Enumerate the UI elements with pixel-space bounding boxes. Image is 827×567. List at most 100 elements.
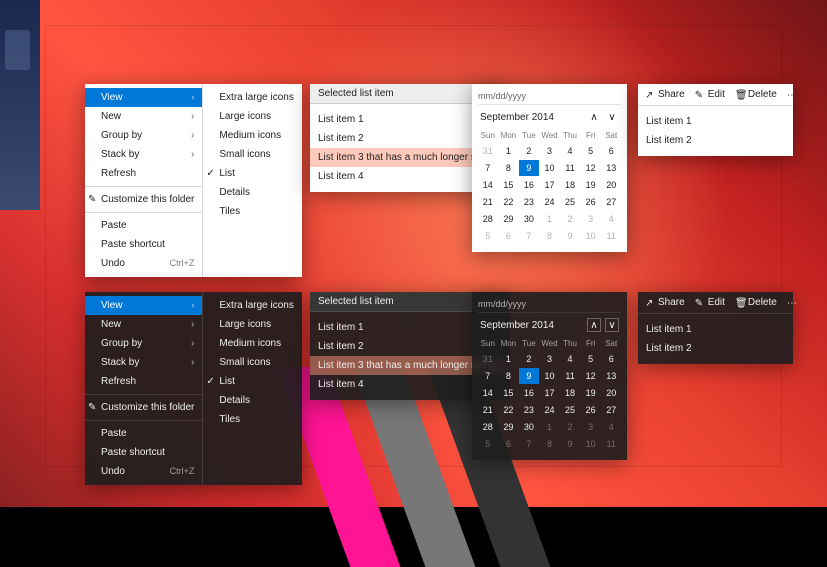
menu-item-details[interactable]: Details [203,183,301,202]
list-item[interactable]: List item 1 [638,320,793,339]
calendar-day[interactable]: 3 [540,143,560,159]
calendar-day[interactable]: 31 [478,143,498,159]
calendar-day[interactable]: 6 [601,143,621,159]
menu-item-paste-shortcut[interactable]: Paste shortcut [85,443,202,462]
calendar-day[interactable]: 5 [478,436,498,452]
menu-item-tiles[interactable]: Tiles [203,202,301,221]
calendar-day[interactable]: 20 [601,385,621,401]
calendar-day[interactable]: 4 [601,419,621,435]
calendar-day[interactable]: 1 [540,419,560,435]
calendar-day[interactable]: 30 [519,419,539,435]
menu-item-stack-by[interactable]: Stack by› [85,145,202,164]
calendar-day[interactable]: 18 [560,385,580,401]
menu-item-customize-this-folder[interactable]: ✎Customize this folder [85,190,202,209]
next-month-button[interactable]: ∨ [605,318,619,332]
calendar-day[interactable]: 2 [560,419,580,435]
calendar-day[interactable]: 10 [540,160,560,176]
list-item[interactable]: List item 2 [638,339,793,358]
menu-item-extra-large-icons[interactable]: Extra large icons [203,296,301,315]
calendar-day[interactable]: 11 [601,228,621,244]
calendar-day[interactable]: 24 [540,194,560,210]
calendar-day[interactable]: 16 [519,385,539,401]
menu-item-list[interactable]: ✓List [203,372,301,391]
menu-item-stack-by[interactable]: Stack by› [85,353,202,372]
calendar-day[interactable]: 11 [560,368,580,384]
menu-item-list[interactable]: ✓List [203,164,301,183]
calendar-day[interactable]: 14 [478,177,498,193]
menu-item-undo[interactable]: UndoCtrl+Z [85,462,202,481]
calendar-day[interactable]: 5 [581,351,601,367]
calendar-day[interactable]: 3 [581,419,601,435]
menu-item-new[interactable]: New› [85,107,202,126]
calendar-day[interactable]: 24 [540,402,560,418]
menu-item-small-icons[interactable]: Small icons [203,353,301,372]
menu-item-large-icons[interactable]: Large icons [203,107,301,126]
calendar-day[interactable]: 18 [560,177,580,193]
calendar-month-label[interactable]: September 2014 [480,112,554,123]
calendar-day[interactable]: 10 [581,228,601,244]
calendar-day[interactable]: 21 [478,402,498,418]
share-button[interactable]: ↗Share [641,87,689,102]
menu-item-paste[interactable]: Paste [85,424,202,443]
calendar-day[interactable]: 17 [540,385,560,401]
calendar-day[interactable]: 13 [601,368,621,384]
calendar-day[interactable]: 12 [581,368,601,384]
date-input[interactable]: mm/dd/yyyy [478,296,621,313]
calendar-day[interactable]: 25 [560,402,580,418]
calendar-day[interactable]: 2 [519,351,539,367]
calendar-day[interactable]: 6 [601,351,621,367]
menu-item-small-icons[interactable]: Small icons [203,145,301,164]
calendar-day[interactable]: 22 [499,402,519,418]
calendar-day[interactable]: 3 [540,351,560,367]
calendar-day[interactable]: 9 [560,228,580,244]
calendar-day[interactable]: 7 [519,436,539,452]
calendar-day[interactable]: 15 [499,177,519,193]
calendar-day[interactable]: 14 [478,385,498,401]
calendar-day[interactable]: 6 [499,436,519,452]
delete-button[interactable]: 🗑Delete [731,295,781,310]
calendar-month-label[interactable]: September 2014 [480,320,554,331]
edit-button[interactable]: ✎Edit [691,87,729,102]
more-button[interactable]: ⋯ [783,295,801,310]
menu-item-new[interactable]: New› [85,315,202,334]
calendar-day[interactable]: 16 [519,177,539,193]
share-button[interactable]: ↗Share [641,295,689,310]
menu-item-extra-large-icons[interactable]: Extra large icons [203,88,301,107]
menu-item-undo[interactable]: UndoCtrl+Z [85,254,202,273]
calendar-day[interactable]: 28 [478,211,498,227]
calendar-day[interactable]: 7 [519,228,539,244]
calendar-day[interactable]: 29 [499,419,519,435]
calendar-day[interactable]: 26 [581,194,601,210]
menu-item-view[interactable]: View› [85,88,202,107]
calendar-day[interactable]: 17 [540,177,560,193]
calendar-day[interactable]: 8 [499,368,519,384]
menu-item-large-icons[interactable]: Large icons [203,315,301,334]
calendar-day[interactable]: 2 [560,211,580,227]
menu-item-details[interactable]: Details [203,391,301,410]
more-button[interactable]: ⋯ [783,87,801,102]
edit-button[interactable]: ✎Edit [691,295,729,310]
calendar-day[interactable]: 27 [601,194,621,210]
calendar-day[interactable]: 13 [601,160,621,176]
calendar-day[interactable]: 10 [540,368,560,384]
calendar-day[interactable]: 1 [499,143,519,159]
calendar-day[interactable]: 11 [601,436,621,452]
calendar-day[interactable]: 29 [499,211,519,227]
calendar-day[interactable]: 7 [478,368,498,384]
calendar-day[interactable]: 6 [499,228,519,244]
menu-item-refresh[interactable]: Refresh [85,164,202,183]
date-input[interactable]: mm/dd/yyyy [478,88,621,105]
delete-button[interactable]: 🗑Delete [731,87,781,102]
calendar-day[interactable]: 7 [478,160,498,176]
calendar-day[interactable]: 23 [519,402,539,418]
calendar-day[interactable]: 9 [519,368,539,384]
menu-item-view[interactable]: View› [85,296,202,315]
calendar-day[interactable]: 30 [519,211,539,227]
menu-item-paste[interactable]: Paste [85,216,202,235]
calendar-day[interactable]: 21 [478,194,498,210]
list-item[interactable]: List item 2 [638,131,793,150]
menu-item-group-by[interactable]: Group by› [85,334,202,353]
calendar-day[interactable]: 4 [560,351,580,367]
calendar-day[interactable]: 1 [540,211,560,227]
calendar-day[interactable]: 2 [519,143,539,159]
